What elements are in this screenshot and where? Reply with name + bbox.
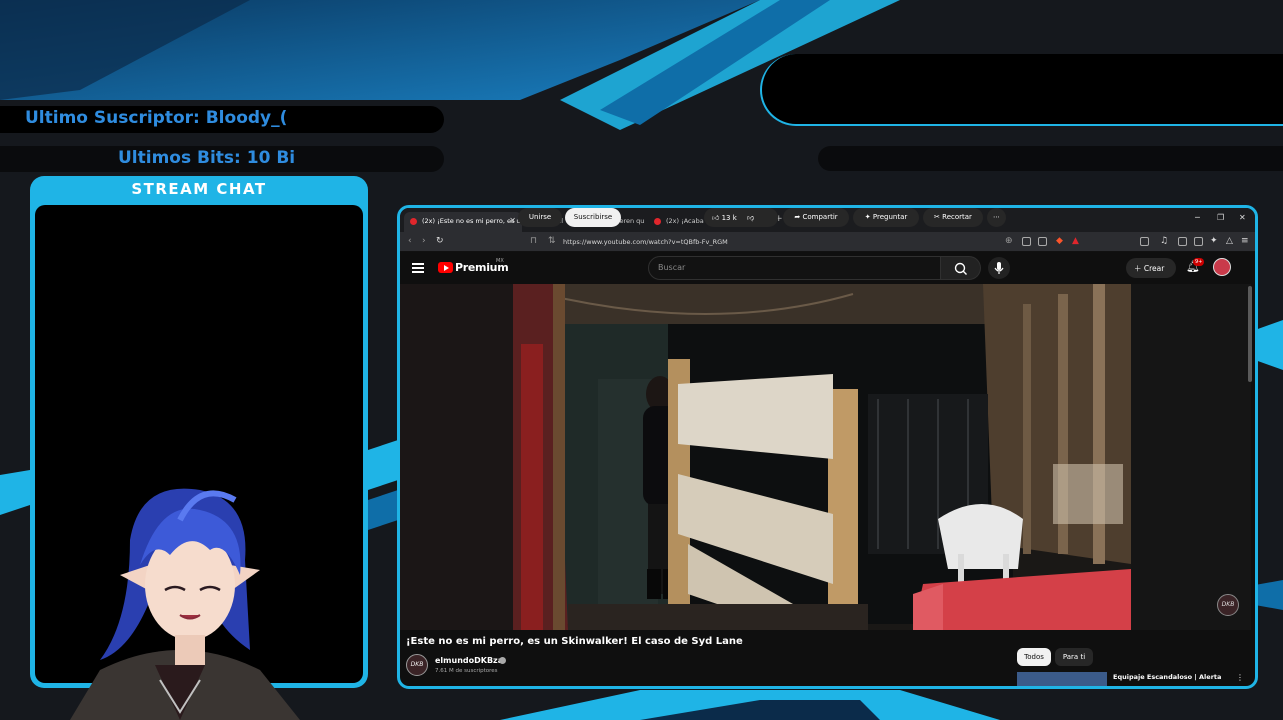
account-avatar[interactable] bbox=[1213, 258, 1231, 276]
browser-address-bar: ‹ › ↻ ⊓ ⇅ https://www.youtube.com/watch?… bbox=[400, 232, 1255, 252]
page-scrollbar[interactable] bbox=[1248, 286, 1252, 382]
like-dislike-group: 👍︎ 13 k 👎︎ bbox=[704, 208, 778, 227]
more-actions-button[interactable]: ⋯ bbox=[987, 208, 1006, 227]
site-info-icon[interactable]: ⇅ bbox=[548, 236, 556, 246]
vpn-icon[interactable]: △ bbox=[1226, 236, 1233, 246]
chip-all[interactable]: Todos bbox=[1017, 648, 1051, 666]
brave-shield-icon[interactable]: ◆ bbox=[1056, 236, 1063, 246]
youtube-header: Premium MX Buscar ＋ Crear 🔔︎ 9+ bbox=[400, 252, 1255, 284]
browser-tab-1[interactable]: (2x) ¡Este no es mi perro, es un S ✕ bbox=[404, 212, 522, 232]
search-input[interactable] bbox=[648, 256, 941, 280]
dislike-icon[interactable]: 👎︎ bbox=[747, 214, 754, 222]
subscribe-button[interactable]: Suscribirse bbox=[565, 208, 621, 227]
stream-chat-title: STREAM CHAT bbox=[131, 180, 267, 198]
video-player[interactable]: DKB bbox=[400, 284, 1255, 630]
last-bits-text: Ultimos Bits: 10 Bi bbox=[118, 148, 296, 168]
clip-button[interactable]: ✂ Recortar bbox=[923, 208, 983, 227]
sidebar-icon[interactable] bbox=[1178, 237, 1187, 246]
youtube-favicon-icon bbox=[654, 218, 661, 225]
share-page-icon[interactable] bbox=[1038, 237, 1047, 246]
share-button[interactable]: ➦ Compartir bbox=[783, 208, 849, 227]
create-label: Crear bbox=[1143, 264, 1165, 273]
bookmark-icon[interactable]: ⊓ bbox=[530, 236, 537, 246]
chip-for-you[interactable]: Para ti bbox=[1055, 648, 1093, 666]
share-label: Compartir bbox=[802, 213, 838, 221]
scissors-icon: ✂ bbox=[934, 213, 940, 221]
menu-icon[interactable]: ≡ bbox=[1241, 236, 1249, 246]
plus-icon: ＋ bbox=[1134, 264, 1142, 273]
close-tab-icon[interactable]: ✕ bbox=[509, 216, 516, 225]
subscriber-count: 7.61 M de suscriptores bbox=[435, 668, 498, 674]
extensions-icon[interactable] bbox=[1140, 237, 1149, 246]
right-info-bar bbox=[818, 146, 1283, 171]
back-icon[interactable]: ‹ bbox=[408, 236, 412, 246]
next-video-menu-icon[interactable]: ⋮ bbox=[1236, 673, 1244, 682]
channel-avatar[interactable]: DKB bbox=[406, 654, 428, 676]
like-icon[interactable]: 👍︎ bbox=[712, 214, 719, 222]
hamburger-menu-icon[interactable] bbox=[412, 263, 424, 273]
vtuber-avatar bbox=[70, 488, 300, 720]
forward-icon[interactable]: › bbox=[422, 236, 426, 246]
video-letterbox-left bbox=[400, 284, 513, 630]
clip-label: Recortar bbox=[942, 213, 972, 221]
microphone-icon bbox=[994, 262, 1004, 274]
sparkle-icon: ✦ bbox=[864, 213, 871, 221]
next-video-thumbnail[interactable] bbox=[1017, 672, 1107, 686]
restore-icon[interactable]: ❐ bbox=[1217, 213, 1224, 222]
tab-label: (2x) ¡Este no es mi perro, es un S bbox=[422, 217, 522, 225]
wallet-icon[interactable] bbox=[1194, 237, 1203, 246]
video-frame-barn-scene bbox=[513, 284, 1131, 630]
media-icon[interactable]: ♫ bbox=[1160, 236, 1168, 246]
zoom-icon[interactable]: ⊕ bbox=[1005, 236, 1013, 246]
verified-badge-icon bbox=[499, 657, 506, 664]
search-placeholder: Buscar bbox=[658, 263, 686, 272]
close-window-icon[interactable]: ✕ bbox=[1239, 213, 1246, 222]
channel-watermark[interactable]: DKB bbox=[1217, 594, 1239, 616]
channel-name[interactable]: elmundoDKBza bbox=[435, 656, 503, 665]
search-button[interactable] bbox=[941, 256, 981, 280]
youtube-logo-icon[interactable] bbox=[438, 262, 453, 273]
last-subscriber-text: Ultimo Suscriptor: Bloody_( bbox=[25, 108, 288, 128]
create-button[interactable]: ＋ Crear bbox=[1126, 258, 1176, 278]
youtube-favicon-icon bbox=[410, 218, 417, 225]
cast-icon[interactable] bbox=[1022, 237, 1031, 246]
share-icon: ➦ bbox=[794, 213, 801, 221]
browser-window: (2x) ¡Este no es mi perro, es un S ✕ (2x… bbox=[397, 205, 1258, 689]
country-code: MX bbox=[496, 258, 504, 264]
voice-search-button[interactable] bbox=[988, 257, 1010, 279]
like-count[interactable]: 13 k bbox=[722, 214, 737, 222]
ask-label: Preguntar bbox=[872, 213, 908, 221]
search-icon bbox=[954, 262, 967, 275]
url-field[interactable]: https://www.youtube.com/watch?v=tQBfb-Fv… bbox=[563, 238, 728, 246]
next-video-title[interactable]: Equipaje Escandaloso | Alerta bbox=[1113, 673, 1221, 681]
video-letterbox-right bbox=[1131, 284, 1251, 630]
notification-count-badge: 9+ bbox=[1193, 258, 1205, 266]
top-right-panel bbox=[760, 54, 1283, 126]
reload-icon[interactable]: ↻ bbox=[436, 236, 444, 246]
video-title: ¡Este no es mi perro, es un Skinwalker! … bbox=[406, 636, 743, 647]
leo-icon[interactable]: ✦ bbox=[1210, 236, 1218, 246]
rewards-icon[interactable]: ▲ bbox=[1072, 236, 1079, 246]
ask-button[interactable]: ✦ Preguntar bbox=[853, 208, 919, 227]
minimize-icon[interactable]: ─ bbox=[1195, 213, 1200, 222]
join-button[interactable]: Unirse bbox=[518, 208, 562, 227]
